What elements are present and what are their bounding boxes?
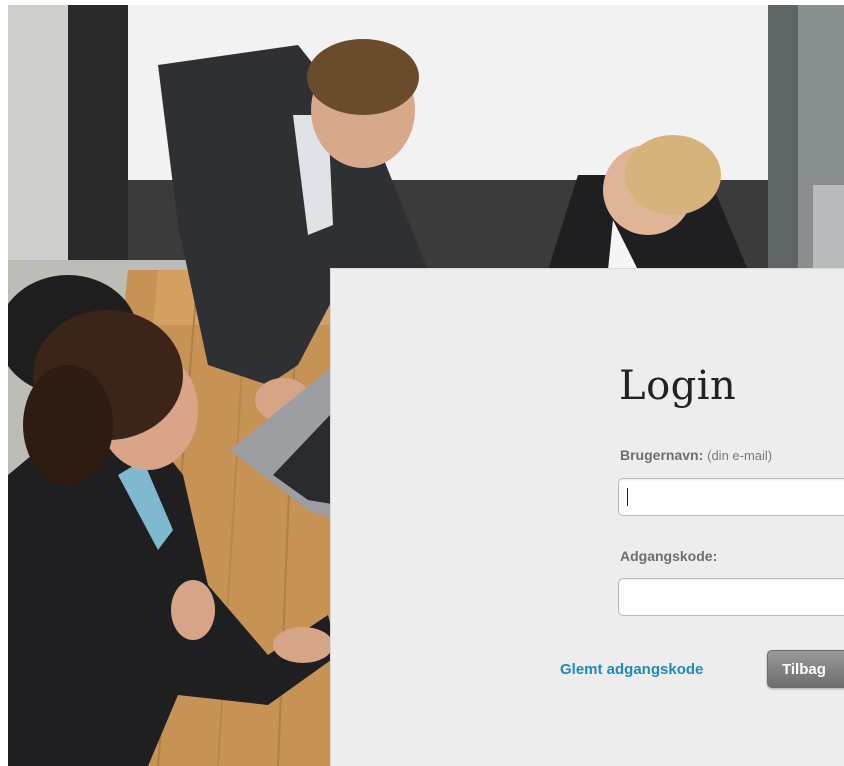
username-input[interactable] bbox=[618, 478, 844, 516]
password-input[interactable] bbox=[618, 578, 844, 616]
password-label: Adgangskode: bbox=[620, 548, 718, 564]
back-button[interactable]: Tilbag bbox=[767, 650, 844, 688]
text-caret bbox=[627, 488, 628, 506]
username-label: Brugernavn: (din e-mail) bbox=[620, 447, 772, 463]
login-title: Login bbox=[619, 363, 737, 409]
login-panel: Login Brugernavn: (din e-mail) Adgangsko… bbox=[330, 268, 844, 766]
username-label-text: Brugernavn: bbox=[620, 447, 704, 463]
username-hint: (din e-mail) bbox=[707, 448, 773, 463]
forgot-password-link[interactable]: Glemt adgangskode bbox=[560, 661, 703, 678]
login-page: Login Brugernavn: (din e-mail) Adgangsko… bbox=[0, 0, 844, 766]
